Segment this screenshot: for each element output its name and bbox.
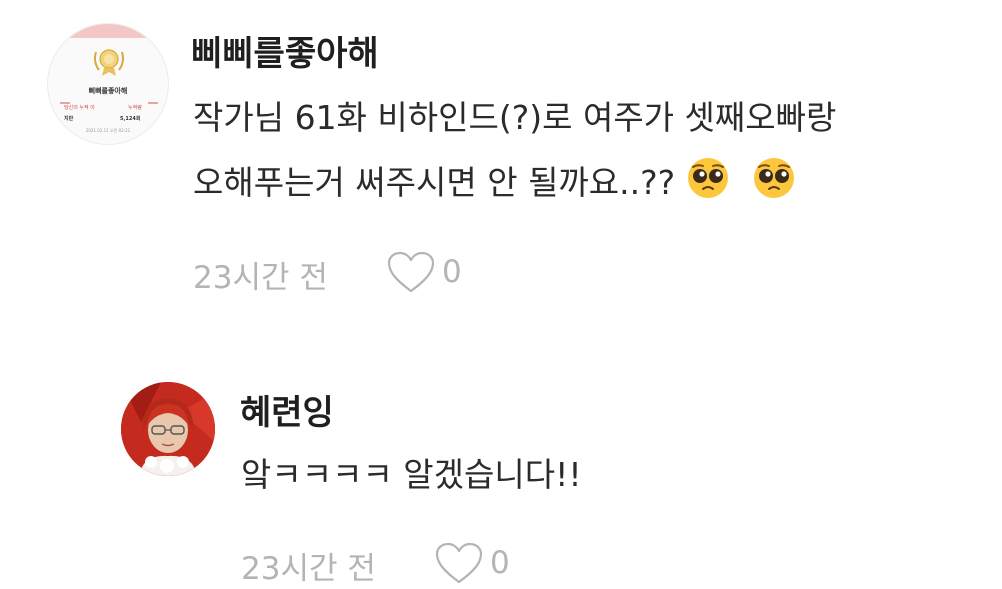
- comment-text-line: 오해푸는거 써주시면 안 될까요..??: [193, 155, 796, 211]
- comment-timestamp: 23시간 전: [241, 551, 376, 587]
- comment-text-line: 앜ㅋㅋㅋㅋ 알겠습니다!!: [241, 447, 582, 503]
- wreath-icon: [94, 49, 124, 76]
- pleading-face-emoji-icon: [754, 158, 795, 198]
- certificate-name: 삐삐를좋아해: [88, 87, 128, 95]
- comment-text: 작가님 61화 비하인드(?)로 여주가 셋째오빠랑: [193, 98, 837, 137]
- avatar[interactable]: 삐삐를좋아해 당신의 누적 이 누적량 지만 5,124회 2021.02.11…: [47, 23, 169, 145]
- comment-text: 앜ㅋㅋㅋㅋ 알겠습니다!!: [241, 455, 582, 494]
- certificate-label-left: 당신의 누적 이: [64, 105, 95, 111]
- comment-author[interactable]: 혜련잉: [240, 385, 334, 434]
- certificate-date: 2021.02.11 오전 02:21: [85, 128, 131, 133]
- profile-photo: [121, 382, 215, 476]
- like-count: 0: [490, 545, 510, 581]
- comment-author[interactable]: 삐삐를좋아해: [191, 26, 379, 75]
- comment-text-line: 작가님 61화 비하인드(?)로 여주가 셋째오빠랑: [193, 90, 836, 146]
- comment-text: 오해푸는거 써주시면 안 될까요..??: [193, 163, 676, 202]
- like-count: 0: [442, 254, 462, 290]
- comment-thread: 삐삐를좋아해 당신의 누적 이 누적량 지만 5,124회 2021.02.11…: [0, 0, 1002, 589]
- heart-outline-icon: [387, 251, 435, 293]
- certificate-label-right: 누적량: [128, 105, 142, 111]
- certificate-row-left: 지만: [64, 116, 74, 122]
- certificate-header-band: [48, 24, 168, 38]
- pleading-face-emoji-icon: [687, 158, 728, 198]
- avatar[interactable]: [121, 382, 215, 476]
- comment-timestamp: 23시간 전: [193, 260, 328, 296]
- heart-outline-icon: [435, 542, 483, 584]
- certificate-row-value: 5,124회: [120, 116, 141, 122]
- like-button[interactable]: 0: [434, 541, 510, 585]
- like-button[interactable]: 0: [386, 250, 462, 294]
- certificate-accent: [148, 102, 158, 104]
